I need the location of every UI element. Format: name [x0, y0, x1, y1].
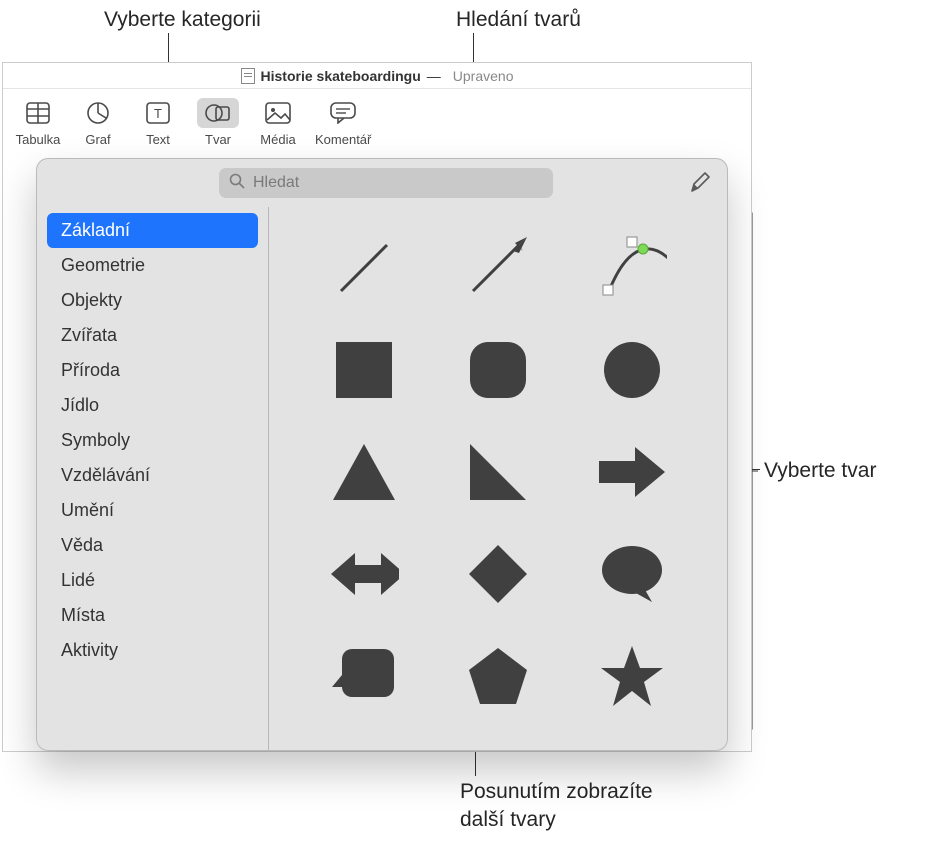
popover-header [37, 159, 727, 207]
document-icon [241, 68, 255, 84]
callout-text: Hledání tvarů [456, 8, 581, 31]
shape-pentagon[interactable] [463, 641, 533, 711]
search-field[interactable] [219, 168, 553, 198]
toolbar-item-shape[interactable]: Tvar [195, 98, 241, 147]
callout-choose-shape: Vyberte tvar [764, 457, 876, 485]
shape-arrow-right[interactable] [597, 437, 667, 507]
sidebar-category[interactable]: Věda [47, 528, 258, 563]
sidebar-category[interactable]: Aktivity [47, 633, 258, 668]
sidebar-category[interactable]: Jídlo [47, 388, 258, 423]
toolbar-label: Komentář [315, 132, 371, 147]
comment-icon [322, 98, 364, 128]
titlebar: Historie skateboardingu — Upraveno [3, 63, 751, 89]
callout-text: další tvary [460, 808, 556, 831]
shape-line-arrow[interactable] [463, 233, 533, 303]
toolbar-item-table[interactable]: Tabulka [15, 98, 61, 147]
table-icon [17, 98, 59, 128]
sidebar-category[interactable]: Umění [47, 493, 258, 528]
shape-speech-bubble[interactable] [597, 539, 667, 609]
document-title: Historie skateboardingu [261, 68, 421, 84]
shape-rounded-square[interactable] [463, 335, 533, 405]
toolbar-label: Média [260, 132, 295, 147]
callout-text: Vyberte tvar [764, 459, 876, 482]
callout-choose-category: Vyberte kategorii [104, 6, 261, 34]
toolbar-label: Graf [85, 132, 110, 147]
shape-diamond[interactable] [463, 539, 533, 609]
popover-body: ZákladníGeometrieObjektyZvířataPřírodaJí… [37, 207, 727, 750]
sidebar-category[interactable]: Místa [47, 598, 258, 633]
callout-text: Vyberte kategorii [104, 8, 261, 31]
shape-circle[interactable] [597, 335, 667, 405]
svg-text:T: T [154, 106, 162, 121]
toolbar-label: Tabulka [16, 132, 61, 147]
sidebar-category[interactable]: Vzdělávání [47, 458, 258, 493]
text-icon: T [137, 98, 179, 128]
toolbar-item-comment[interactable]: Komentář [315, 98, 371, 147]
category-sidebar[interactable]: ZákladníGeometrieObjektyZvířataPřírodaJí… [37, 207, 269, 750]
callout-search-shapes: Hledání tvarů [456, 6, 581, 34]
draw-shape-button[interactable] [685, 169, 715, 197]
shape-grid[interactable] [269, 207, 727, 750]
search-input[interactable] [253, 174, 543, 192]
callout-scroll-more: Posunutím zobrazíte další tvary [460, 778, 653, 835]
shape-right-triangle[interactable] [463, 437, 533, 507]
sidebar-category[interactable]: Geometrie [47, 248, 258, 283]
shape-triangle[interactable] [329, 437, 399, 507]
toolbar-label: Text [146, 132, 170, 147]
toolbar: Tabulka Graf T Text Tvar Média [3, 89, 751, 155]
sidebar-category[interactable]: Příroda [47, 353, 258, 388]
shape-callout-square[interactable] [329, 641, 399, 711]
media-icon [257, 98, 299, 128]
shape-bezier-curve[interactable] [597, 233, 667, 303]
shapes-popover: ZákladníGeometrieObjektyZvířataPřírodaJí… [36, 158, 728, 751]
sidebar-category[interactable]: Základní [47, 213, 258, 248]
toolbar-item-chart[interactable]: Graf [75, 98, 121, 147]
sidebar-category[interactable]: Objekty [47, 283, 258, 318]
shape-line[interactable] [329, 233, 399, 303]
toolbar-item-text[interactable]: T Text [135, 98, 181, 147]
shape-star[interactable] [597, 641, 667, 711]
chart-icon [77, 98, 119, 128]
edited-label: Upraveno [453, 68, 514, 84]
callout-text: Posunutím zobrazíte [460, 780, 653, 803]
shape-square[interactable] [329, 335, 399, 405]
sidebar-category[interactable]: Symboly [47, 423, 258, 458]
title-separator: — [427, 68, 441, 84]
search-icon [229, 173, 245, 194]
sidebar-category[interactable]: Lidé [47, 563, 258, 598]
toolbar-item-media[interactable]: Média [255, 98, 301, 147]
sidebar-category[interactable]: Zvířata [47, 318, 258, 353]
shape-icon [197, 98, 239, 128]
toolbar-label: Tvar [205, 132, 231, 147]
shape-arrow-both[interactable] [329, 539, 399, 609]
